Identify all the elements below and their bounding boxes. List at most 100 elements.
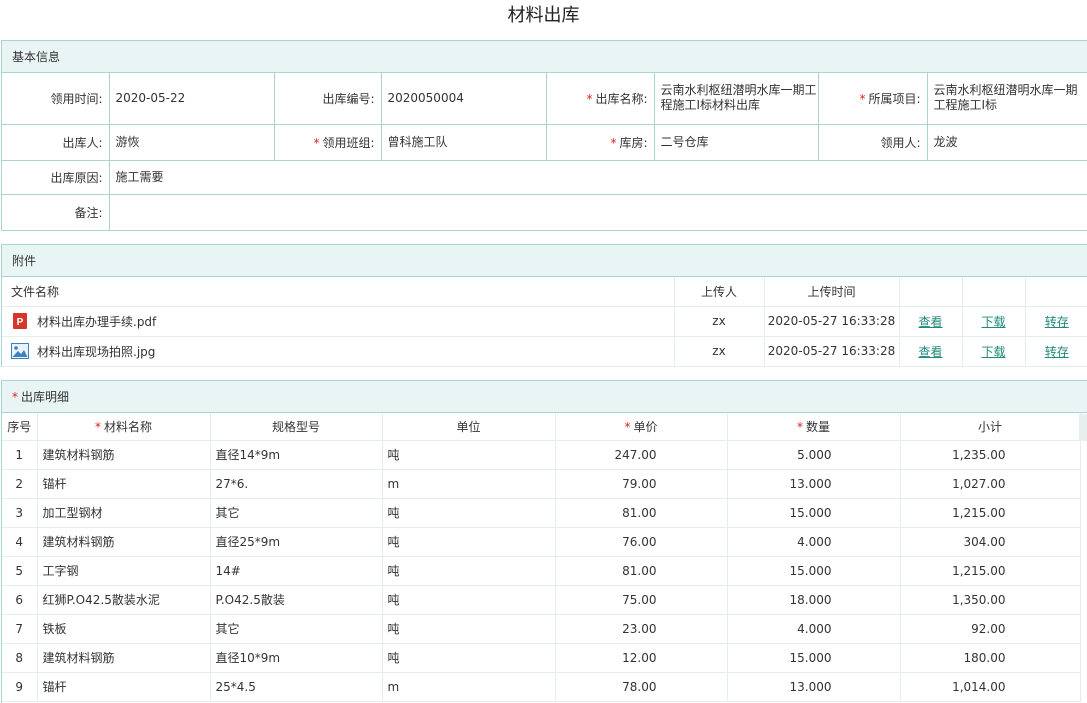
- details-header-row: 序号 * 材料名称 规格型号 单位 * 单价 * 数量 小计: [2, 413, 1081, 441]
- row-subtotal: 1,027.00: [900, 469, 1081, 499]
- table-row: 6 红狮P.O42.5散装水泥 P.O42.5散装吨 75.00 18.000 1,350…: [2, 585, 1081, 615]
- receiver-label: 领用人:: [817, 123, 928, 161]
- view-link[interactable]: 查看: [918, 345, 942, 359]
- row-no: 5: [2, 556, 38, 586]
- row-unit: m: [382, 672, 556, 702]
- download-link[interactable]: 下载: [981, 315, 1005, 329]
- table-row: 3 加工型钢材 其它吨 81.00 15.000 1,215.00: [2, 498, 1081, 528]
- row-unit: 吨: [382, 498, 556, 528]
- required-mark: *: [796, 419, 803, 434]
- reason-value: 施工需要: [108, 159, 1087, 195]
- attachment-row: 材料出库现场拍照.jpg zx 2020-05-27 16:33:28 查看 下…: [2, 336, 1087, 367]
- view-link[interactable]: 查看: [918, 315, 942, 329]
- outbound-person-label: 出库人:: [2, 123, 110, 161]
- row-material-name: 铁板: [37, 614, 211, 644]
- col-unit: 单位: [382, 413, 556, 441]
- row-spec: 直径14*9m: [210, 440, 383, 470]
- transfer-link[interactable]: 转存: [1045, 315, 1069, 329]
- row-no: 2: [2, 469, 38, 499]
- row-no: 4: [2, 527, 38, 557]
- row-no: 9: [2, 672, 38, 702]
- row-spec: 直径10*9m: [210, 643, 383, 673]
- row-unit: 吨: [382, 440, 556, 470]
- row-qty: 18.000: [727, 585, 901, 615]
- details-header: * 出库明细: [2, 381, 1087, 413]
- row-no: 6: [2, 585, 38, 615]
- project-label-cell: * 所属项目:: [817, 73, 928, 125]
- row-material-name: 锚杆: [37, 672, 211, 702]
- file-name: 材料出库现场拍照.jpg: [37, 344, 156, 359]
- file-uploader: zx: [674, 336, 765, 367]
- warehouse-value: 二号仓库: [653, 123, 819, 161]
- download-link[interactable]: 下载: [981, 345, 1005, 359]
- row-qty: 13.000: [727, 469, 901, 499]
- required-mark: *: [313, 135, 320, 150]
- page-title: 材料出库: [507, 5, 580, 26]
- details-title: 出库明细: [21, 390, 70, 404]
- receiver-value: 龙波: [926, 123, 1087, 161]
- team-label-cell: * 领用班组:: [273, 123, 382, 161]
- table-row: 9 锚杆 25*4.5 m 78.00 13.000 1,014.00: [2, 672, 1081, 702]
- row-subtotal: 304.00: [900, 527, 1081, 557]
- col-price: 单价: [633, 419, 658, 434]
- row-material-name: 建筑材料钢筋: [37, 527, 211, 557]
- col-subtotal: 小计: [900, 413, 1081, 441]
- col-spec: 规格型号: [210, 413, 383, 441]
- attachments-header: 附件: [2, 245, 1087, 277]
- warehouse-label: 库房:: [619, 135, 648, 150]
- row-unit: m: [382, 469, 556, 499]
- row-material-name: 红狮P.O42.5散装水泥: [37, 585, 211, 615]
- row-unit: 吨: [382, 614, 556, 644]
- row-qty: 4.000: [727, 614, 901, 644]
- table-row: 5 工字钢 14# 吨 81.00 15.000 1,215.00: [2, 556, 1081, 586]
- team-label: 领用班组:: [322, 135, 375, 150]
- row-spec: 直径25*9m: [210, 527, 383, 557]
- col-qty: 数量: [805, 419, 830, 434]
- required-mark: *: [94, 419, 101, 434]
- receive-time-value: 2020-05-22: [108, 73, 275, 125]
- details-table: 序号 * 材料名称 规格型号 单位 * 单价 * 数量 小计 1 建筑材料钢筋 直径14*…: [2, 413, 1081, 702]
- row-subtotal: 1,215.00: [900, 498, 1081, 528]
- row-price: 76.00: [555, 527, 728, 557]
- required-mark: *: [586, 91, 593, 106]
- row-qty: 13.000: [727, 672, 901, 702]
- file-name: 材料出库办理手续.pdf: [37, 314, 157, 329]
- row-qty: 5.000: [727, 440, 901, 470]
- row-no: 1: [2, 440, 38, 470]
- remark-label: 备注:: [2, 193, 110, 231]
- row-qty: 15.000: [727, 498, 901, 528]
- row-price: 81.00: [555, 498, 728, 528]
- transfer-link[interactable]: 转存: [1045, 345, 1069, 359]
- row-unit: 吨: [382, 585, 556, 615]
- project-label: 所属项目:: [868, 91, 921, 106]
- table-row: 4 建筑材料钢筋 直径25*9m 吨 76.00 4.000 304.00: [2, 527, 1081, 557]
- table-row: 7 铁板 其它吨 23.00 4.000 92.00: [2, 614, 1081, 644]
- out-no-label: 出库编号:: [273, 73, 382, 125]
- row-unit: 吨: [382, 643, 556, 673]
- basic-info-header: 基本信息: [2, 41, 1087, 73]
- out-name-value: 云南水利枢纽潜明水库一期工程施工I标材料出库: [653, 73, 819, 125]
- row-material-name: 建筑材料钢筋: [37, 440, 211, 470]
- col-name: 材料名称: [103, 419, 152, 434]
- details-panel: * 出库明细 序号 * 材料名称 规格型号 单位 * 单价 * 数量 小计 1 建筑材料钢…: [1, 380, 1087, 703]
- team-value: 曾科施工队: [380, 123, 547, 161]
- file-upload-time: 2020-05-27 16:33:28: [764, 306, 900, 337]
- row-price: 12.00: [555, 643, 728, 673]
- out-name-label: 出库名称:: [595, 91, 648, 106]
- row-unit: 吨: [382, 556, 556, 586]
- basic-info-table: 领用时间: 2020-05-22 出库编号: 2020050004 * 出库名称:…: [2, 73, 1087, 231]
- row-spec: P.O42.5散装: [210, 585, 383, 615]
- attachment-row: P 材料出库办理手续.pdf zx 2020-05-27 16:33:28 查看…: [2, 306, 1087, 337]
- scrollbar[interactable]: [1079, 414, 1087, 441]
- row-unit: 吨: [382, 527, 556, 557]
- row-material-name: 工字钢: [37, 556, 211, 586]
- pdf-icon: P: [11, 312, 29, 330]
- row-subtotal: 92.00: [900, 614, 1081, 644]
- row-subtotal: 180.00: [900, 643, 1081, 673]
- row-subtotal: 1,014.00: [900, 672, 1081, 702]
- image-icon: [11, 342, 29, 360]
- remark-value: [108, 193, 1087, 231]
- row-material-name: 建筑材料钢筋: [37, 643, 211, 673]
- reason-label: 出库原因:: [2, 159, 110, 195]
- out-no-value: 2020050004: [380, 73, 547, 125]
